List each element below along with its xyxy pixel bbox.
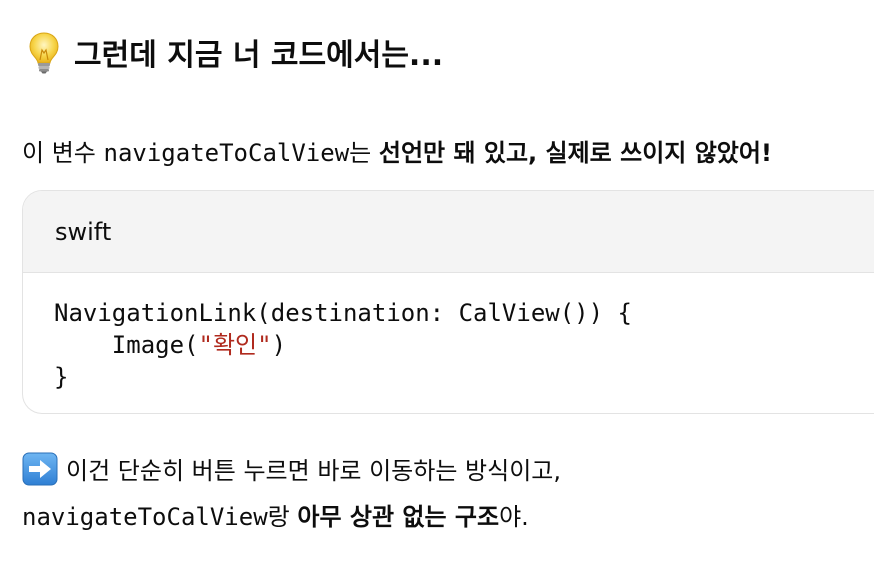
- paragraph-unused-variable: 이 변수 navigateToCalView는 선언만 돼 있고, 실제로 쓰이…: [22, 135, 772, 171]
- right-arrow-icon: [22, 452, 58, 486]
- paragraph-emphasis: 선언만 돼 있고, 실제로 쓰이지 않았어!: [378, 139, 772, 167]
- paragraph-prefix: 이 변수: [22, 139, 104, 167]
- lightbulb-icon: [26, 30, 62, 74]
- code-line-1: NavigationLink(destination: CalView()) {: [54, 299, 632, 327]
- paragraph2-line1: 이건 단순히 버튼 누르면 바로 이동하는 방식이고,: [66, 457, 562, 485]
- inline-code-variable: navigateToCalView: [103, 139, 350, 167]
- paragraph2-particle: 랑: [267, 503, 298, 531]
- code-line-2-prefix: Image(: [54, 331, 199, 359]
- heading-text: 그런데 지금 너 코드에서는...: [74, 38, 444, 73]
- code-string-literal: "확인": [198, 331, 272, 359]
- code-line-2-suffix: ): [271, 331, 287, 359]
- chat-message: 그런데 지금 너 코드에서는... 이 변수 navigateToCalView…: [0, 0, 874, 568]
- code-line-3: }: [54, 363, 69, 391]
- paragraph-explanation: 이건 단순히 버튼 누르면 바로 이동하는 방식이고, navigateToCa…: [22, 448, 561, 540]
- code-language-label: swift: [55, 217, 112, 246]
- inline-code-variable-2: navigateToCalView: [22, 503, 268, 531]
- code-content[interactable]: NavigationLink(destination: CalView()) {…: [23, 273, 874, 393]
- paragraph2-suffix: 야.: [499, 503, 529, 531]
- code-block: swift NavigationLink(destination: CalVie…: [22, 190, 874, 414]
- paragraph-particle: 는: [349, 139, 379, 167]
- paragraph2-emphasis: 아무 상관 없는 구조: [297, 503, 500, 531]
- code-block-header: swift: [23, 191, 874, 273]
- section-heading: 그런데 지금 너 코드에서는...: [26, 28, 443, 76]
- code-line-2: Image("확인"): [54, 331, 286, 359]
